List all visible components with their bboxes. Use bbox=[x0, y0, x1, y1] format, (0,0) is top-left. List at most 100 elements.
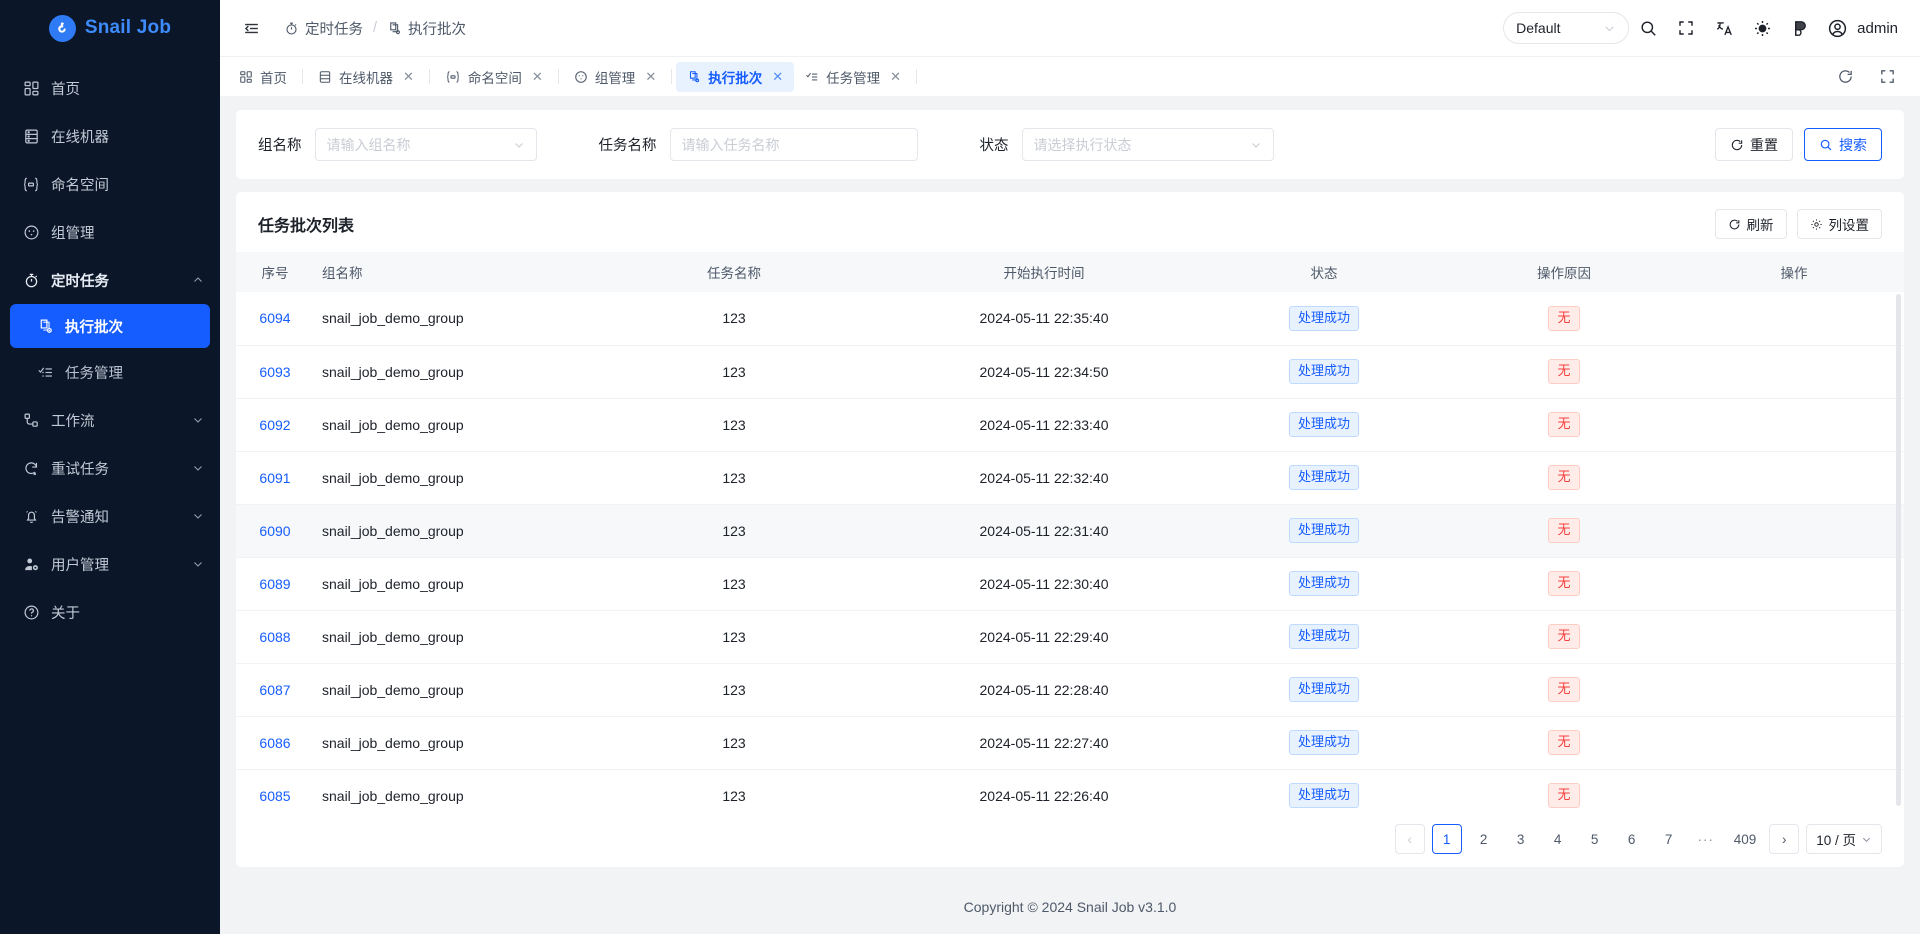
column-header-group[interactable]: 组名称 bbox=[314, 252, 584, 292]
batch-id-link[interactable]: 6089 bbox=[259, 576, 290, 592]
pagination-page-7[interactable]: 7 bbox=[1654, 824, 1684, 854]
fullscreen-icon[interactable] bbox=[1667, 9, 1705, 47]
tab-home[interactable]: 首页 bbox=[228, 62, 298, 92]
status-select[interactable]: 请选择执行状态 bbox=[1021, 128, 1274, 161]
table-scrollbar[interactable] bbox=[1896, 294, 1901, 806]
cell-action[interactable] bbox=[1684, 292, 1904, 346]
column-header-seq[interactable]: 序号 bbox=[236, 252, 314, 292]
batch-id-link[interactable]: 6086 bbox=[259, 735, 290, 751]
breadcrumb-item-execution-batch[interactable]: 执行批次 bbox=[387, 18, 466, 39]
sidebar-item-home[interactable]: 首页 bbox=[0, 64, 220, 112]
theme-palette-icon[interactable] bbox=[1781, 9, 1819, 47]
sidebar-item-execution-batch[interactable]: 执行批次 bbox=[10, 304, 210, 348]
pagination-page-2[interactable]: 2 bbox=[1469, 824, 1499, 854]
sidebar-item-task-management[interactable]: 任务管理 bbox=[0, 348, 220, 396]
batch-id-link[interactable]: 6090 bbox=[259, 523, 290, 539]
sidebar-item-workflow[interactable]: 工作流 bbox=[0, 396, 220, 444]
column-header-status[interactable]: 状态 bbox=[1204, 252, 1444, 292]
cell-action[interactable] bbox=[1684, 769, 1904, 812]
table-row[interactable]: 6093 snail_job_demo_group 123 2024-05-11… bbox=[236, 345, 1904, 399]
sidebar-item-alert-notification[interactable]: 告警通知 bbox=[0, 492, 220, 540]
pagination-page-4[interactable]: 4 bbox=[1543, 824, 1573, 854]
sidebar-item-about[interactable]: 关于 bbox=[0, 588, 220, 636]
pagination-next[interactable]: › bbox=[1769, 824, 1800, 854]
cell-job: 123 bbox=[584, 292, 884, 346]
namespace-select[interactable]: Default bbox=[1503, 12, 1630, 44]
table-refresh-button[interactable]: 刷新 bbox=[1714, 209, 1787, 239]
tab-namespace[interactable]: 命名空间 ✕ bbox=[434, 62, 554, 92]
cell-action[interactable] bbox=[1684, 451, 1904, 505]
sidebar-item-scheduled-tasks[interactable]: 定时任务 bbox=[0, 256, 220, 304]
sidebar-item-retry-tasks[interactable]: 重试任务 bbox=[0, 444, 220, 492]
pagination-page-5[interactable]: 5 bbox=[1580, 824, 1610, 854]
refresh-icon[interactable] bbox=[1826, 58, 1864, 96]
cell-action[interactable] bbox=[1684, 398, 1904, 452]
cell-action[interactable] bbox=[1684, 345, 1904, 399]
column-settings-button[interactable]: 列设置 bbox=[1796, 209, 1882, 239]
reset-button[interactable]: 重置 bbox=[1715, 128, 1793, 161]
pagination-prev[interactable]: ‹ bbox=[1394, 824, 1425, 854]
column-header-job[interactable]: 任务名称 bbox=[584, 252, 884, 292]
breadcrumb-item-scheduled-tasks[interactable]: 定时任务 bbox=[284, 18, 363, 39]
sidebar-item-user-management[interactable]: 用户管理 bbox=[0, 540, 220, 588]
column-header-reason[interactable]: 操作原因 bbox=[1444, 252, 1684, 292]
batch-id-link[interactable]: 6088 bbox=[259, 629, 290, 645]
sidebar-item-namespace[interactable]: 命名空间 bbox=[0, 160, 220, 208]
brand[interactable]: Snail Job bbox=[0, 0, 220, 56]
batch-id-link[interactable]: 6091 bbox=[259, 470, 290, 486]
column-header-action[interactable]: 操作 bbox=[1684, 252, 1904, 292]
pagination-page-1[interactable]: 1 bbox=[1431, 824, 1462, 854]
tab-close-icon[interactable]: ✕ bbox=[772, 69, 783, 85]
retry-icon bbox=[22, 459, 40, 477]
tab-close-icon[interactable]: ✕ bbox=[403, 69, 414, 85]
cell-action[interactable] bbox=[1684, 557, 1904, 611]
pagination-last-page[interactable]: 409 bbox=[1728, 824, 1763, 854]
group-name-input[interactable]: 请输入组名称 bbox=[314, 128, 537, 161]
job-name-input[interactable]: 请输入任务名称 bbox=[669, 128, 918, 161]
batch-id-link[interactable]: 6093 bbox=[259, 364, 290, 380]
page-size-select[interactable]: 10 / 页 bbox=[1806, 824, 1882, 854]
user-menu[interactable]: admin bbox=[1827, 18, 1898, 39]
tab-close-icon[interactable]: ✕ bbox=[645, 69, 656, 85]
table-row[interactable]: 6091 snail_job_demo_group 123 2024-05-11… bbox=[236, 451, 1904, 505]
table-row[interactable]: 6087 snail_job_demo_group 123 2024-05-11… bbox=[236, 663, 1904, 717]
table-row[interactable]: 6090 snail_job_demo_group 123 2024-05-11… bbox=[236, 504, 1904, 558]
tab-label: 在线机器 bbox=[339, 70, 393, 86]
sun-icon[interactable] bbox=[1743, 9, 1781, 47]
pagination-page-3[interactable]: 3 bbox=[1506, 824, 1536, 854]
topbar-actions: Default admin bbox=[1503, 9, 1898, 47]
tab-online-machines[interactable]: 在线机器 ✕ bbox=[307, 62, 425, 92]
expand-icon[interactable] bbox=[1868, 58, 1906, 96]
cell-group: snail_job_demo_group bbox=[314, 504, 584, 558]
tab-close-icon[interactable]: ✕ bbox=[890, 69, 901, 85]
batch-id-link[interactable]: 6094 bbox=[259, 310, 290, 326]
cell-action[interactable] bbox=[1684, 663, 1904, 717]
sidebar-item-group-management[interactable]: 组管理 bbox=[0, 208, 220, 256]
batch-id-link[interactable]: 6085 bbox=[259, 788, 290, 804]
cell-action[interactable] bbox=[1684, 716, 1904, 770]
batch-id-link[interactable]: 6087 bbox=[259, 682, 290, 698]
translate-icon[interactable] bbox=[1705, 9, 1743, 47]
tab-group-management[interactable]: 组管理 ✕ bbox=[563, 62, 667, 92]
pagination-page-6[interactable]: 6 bbox=[1617, 824, 1647, 854]
sidebar-item-online-machines[interactable]: 在线机器 bbox=[0, 112, 220, 160]
table-row[interactable]: 6086 snail_job_demo_group 123 2024-05-11… bbox=[236, 716, 1904, 770]
table-row[interactable]: 6089 snail_job_demo_group 123 2024-05-11… bbox=[236, 557, 1904, 611]
pagination-ellipsis[interactable]: ··· bbox=[1691, 824, 1721, 854]
tab-execution-batch[interactable]: 执行批次 ✕ bbox=[676, 61, 795, 92]
cell-time: 2024-05-11 22:33:40 bbox=[884, 398, 1204, 452]
search-icon[interactable] bbox=[1629, 9, 1667, 47]
table-row[interactable]: 6092 snail_job_demo_group 123 2024-05-11… bbox=[236, 398, 1904, 452]
cell-action[interactable] bbox=[1684, 504, 1904, 558]
tab-task-management[interactable]: 任务管理 ✕ bbox=[794, 62, 912, 92]
collapse-menu-icon[interactable] bbox=[238, 15, 264, 41]
batch-id-link[interactable]: 6092 bbox=[259, 417, 290, 433]
cell-action[interactable] bbox=[1684, 610, 1904, 664]
table-row[interactable]: 6085 snail_job_demo_group 123 2024-05-11… bbox=[236, 769, 1904, 812]
status-badge: 处理成功 bbox=[1288, 412, 1359, 437]
table-row[interactable]: 6088 snail_job_demo_group 123 2024-05-11… bbox=[236, 610, 1904, 664]
search-button[interactable]: 搜索 bbox=[1804, 128, 1882, 161]
table-row[interactable]: 6094 snail_job_demo_group 123 2024-05-11… bbox=[236, 292, 1904, 346]
tab-close-icon[interactable]: ✕ bbox=[532, 69, 543, 85]
column-header-time[interactable]: 开始执行时间 bbox=[884, 252, 1204, 292]
